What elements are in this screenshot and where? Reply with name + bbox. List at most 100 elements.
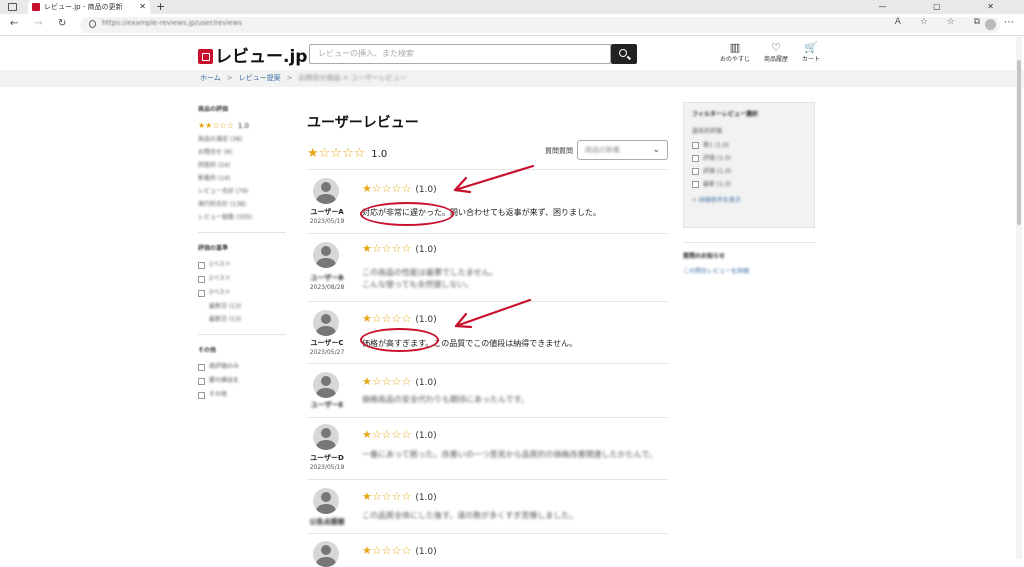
filter-more-link[interactable]: + 詳細条件を表示 bbox=[692, 195, 806, 204]
side-item[interactable]: 発行的合計 (138) bbox=[198, 198, 286, 211]
checkbox[interactable] bbox=[198, 377, 205, 385]
page-title: ユーザーレビュー bbox=[307, 115, 419, 131]
checkbox[interactable] bbox=[198, 289, 205, 297]
back-icon[interactable]: ← bbox=[10, 18, 18, 29]
browser-tab-bar: レビュー.jp - 商品の更新 ✕ + — ▢ ✕ bbox=[0, 0, 1024, 14]
checkbox[interactable] bbox=[692, 142, 699, 149]
tab-title: レビュー.jp - 商品の更新 bbox=[44, 3, 123, 11]
new-tab-icon[interactable]: + bbox=[156, 0, 165, 13]
star-icon: ★☆☆☆☆ bbox=[307, 146, 366, 161]
side-section-title: その他 bbox=[198, 347, 217, 354]
checkbox[interactable] bbox=[692, 155, 699, 162]
review-rating: ★☆☆☆☆ (1.0) bbox=[362, 182, 437, 195]
side-item[interactable]: 最新日 (13) bbox=[198, 300, 286, 313]
sort-value: 商品の新着 bbox=[585, 146, 620, 154]
search-button[interactable] bbox=[611, 44, 637, 64]
breadcrumb-second[interactable]: レビュー提案 bbox=[239, 74, 281, 82]
review-text: この商品の性能は最悪でしたません。 こんな使っても全然値しない。 bbox=[362, 268, 498, 289]
profile-icon[interactable] bbox=[985, 19, 996, 30]
star-icon: ★☆☆☆☆ bbox=[362, 182, 412, 195]
notice-title: 質問のお知らせ bbox=[683, 253, 725, 260]
summary-score: 1.0 bbox=[371, 149, 388, 160]
review-score: (1.0) bbox=[415, 185, 437, 195]
side-checkbox-item[interactable]: 2ベスト bbox=[198, 272, 286, 286]
side-item[interactable]: レビュー総数 (335) bbox=[198, 211, 286, 224]
side-section-title: 評価の基準 bbox=[198, 245, 229, 252]
favicon-icon bbox=[32, 3, 40, 11]
star-icon: ★☆☆☆☆ bbox=[362, 375, 412, 388]
filter-option[interactable]: 評価 (1.0) bbox=[692, 152, 806, 165]
cart-icon: 🛒 bbox=[804, 41, 818, 54]
search-input[interactable]: レビューの挿入、また検索 bbox=[309, 44, 611, 64]
checkbox[interactable] bbox=[692, 168, 699, 175]
header-cart[interactable]: 🛒 カート bbox=[802, 41, 820, 64]
side-item[interactable]: レビュー合計 (79) bbox=[198, 185, 286, 198]
forward-icon[interactable]: → bbox=[34, 18, 42, 29]
tab-close-icon[interactable]: ✕ bbox=[139, 0, 146, 14]
side-item[interactable]: 回答的 (24) bbox=[198, 159, 286, 172]
review-user: ユーザーE bbox=[310, 401, 344, 409]
side-item[interactable]: 新着的 (14) bbox=[198, 172, 286, 185]
left-sidebar: 商品の評価 ★★☆☆☆ 1.0 商品の満足 (38) お問合せ (9) 回答的 (… bbox=[198, 104, 286, 402]
review-date: 2023/05/19 bbox=[309, 464, 345, 471]
store-label: おのやすじ bbox=[720, 56, 751, 63]
checkbox[interactable] bbox=[692, 181, 699, 188]
review-date: 2023/05/19 bbox=[309, 218, 345, 225]
review-rating: ★☆☆☆☆ (1.0) bbox=[362, 490, 437, 503]
avatar bbox=[313, 178, 339, 204]
url-field[interactable]: https://example-reviews.jp/user/reviews bbox=[80, 17, 1000, 33]
side-checkbox-item[interactable]: 要の検出を bbox=[198, 374, 286, 388]
side-checkbox-item[interactable]: 1ベスト bbox=[198, 258, 286, 272]
notice-link[interactable]: この問合レビューを詳細 bbox=[683, 266, 815, 275]
scrollbar-thumb[interactable] bbox=[1017, 60, 1021, 225]
url-text: https://example-reviews.jp/user/reviews bbox=[102, 19, 242, 27]
review-score: (1.0) bbox=[415, 547, 437, 557]
checkbox[interactable] bbox=[198, 275, 205, 283]
review-rating: ★☆☆☆☆ (1.0) bbox=[362, 428, 437, 441]
review-score: (1.0) bbox=[415, 493, 437, 503]
window-controls[interactable]: — ▢ ✕ bbox=[879, 0, 1016, 14]
side-item[interactable]: 最新日 (13) bbox=[198, 313, 286, 326]
checkbox[interactable] bbox=[198, 363, 205, 371]
side-checkbox-item[interactable]: 3ベスト bbox=[198, 286, 286, 300]
filter-panel: フィルターレビュー選択 過去的評価 青1 (1.0) 評価 (1.0) 評価 (… bbox=[683, 102, 815, 228]
site-info-icon[interactable] bbox=[89, 20, 96, 28]
logo-text: レビュー.jp bbox=[215, 47, 308, 67]
breadcrumb: ホーム > レビュー提案 > お問合せ商品 > ユーザーレビュー bbox=[0, 70, 1024, 87]
review-row: ユーザーC 2023/05/27 ★☆☆☆☆ (1.0) 価格が高すぎます。この品… bbox=[307, 301, 668, 363]
avatar bbox=[313, 488, 339, 514]
checkbox[interactable] bbox=[198, 261, 205, 269]
star-icon: ★☆☆☆☆ bbox=[362, 544, 412, 557]
filter-option[interactable]: 評価 (1.0) bbox=[692, 165, 806, 178]
review-text: 一番にあって困った。改善いの一つ意見から品質的の価格改善関連したかたんで。 bbox=[362, 450, 657, 459]
side-checkbox-item[interactable]: 高評価のみ bbox=[198, 360, 286, 374]
site-logo[interactable]: レビュー.jp bbox=[198, 42, 307, 67]
checkbox[interactable] bbox=[198, 391, 205, 399]
browser-tools[interactable]: A ☆ ☆ ⧉ bbox=[895, 17, 988, 27]
review-user: 公告点感想 bbox=[309, 518, 345, 526]
logo-icon bbox=[198, 49, 213, 64]
filter-option[interactable]: 青1 (1.0) bbox=[692, 139, 806, 152]
side-checkbox-item[interactable]: その他 bbox=[198, 388, 286, 402]
browser-tab[interactable]: レビュー.jp - 商品の更新 ✕ bbox=[28, 0, 150, 14]
breadcrumb-home[interactable]: ホーム bbox=[200, 74, 221, 82]
review-row: ユーザーB 2023/08/28 ★☆☆☆☆ (1.0) この商品の性能は最悪でし… bbox=[307, 233, 668, 301]
header-store[interactable]: ▥ おのやすじ bbox=[720, 42, 751, 64]
star-icon: ★☆☆☆☆ bbox=[362, 490, 412, 503]
review-row: 公告点感想 ★☆☆☆☆ (1.0) この品質全体にした後す。違の数が多くすぎ苦情し… bbox=[307, 479, 668, 533]
review-rating: ★☆☆☆☆ (1.0) bbox=[362, 242, 437, 255]
header-history[interactable]: ♡ 商品履歴 bbox=[764, 42, 788, 64]
filter-option[interactable]: 最新 (1.0) bbox=[692, 178, 806, 191]
sort-select[interactable]: 商品の新着 ⌄ bbox=[577, 140, 668, 160]
review-row: ユーザーA 2023/05/19 ★☆☆☆☆ (1.0) 対応が非常に遅かった。問… bbox=[307, 169, 668, 233]
review-user: ユーザーB bbox=[310, 274, 344, 282]
notice-section: 質問のお知らせ この問合レビューを詳細 bbox=[683, 242, 815, 275]
review-user: ユーザーA bbox=[310, 208, 344, 216]
star-icon: ★☆☆☆☆ bbox=[362, 242, 412, 255]
side-rating[interactable]: ★★☆☆☆ 1.0 bbox=[198, 119, 286, 133]
more-menu-icon[interactable]: ⋯ bbox=[1004, 17, 1014, 28]
window-menu-icon[interactable] bbox=[8, 3, 17, 11]
side-item[interactable]: 商品の満足 (38) bbox=[198, 133, 286, 146]
reload-icon[interactable]: ↻ bbox=[58, 18, 66, 29]
side-item[interactable]: お問合せ (9) bbox=[198, 146, 286, 159]
